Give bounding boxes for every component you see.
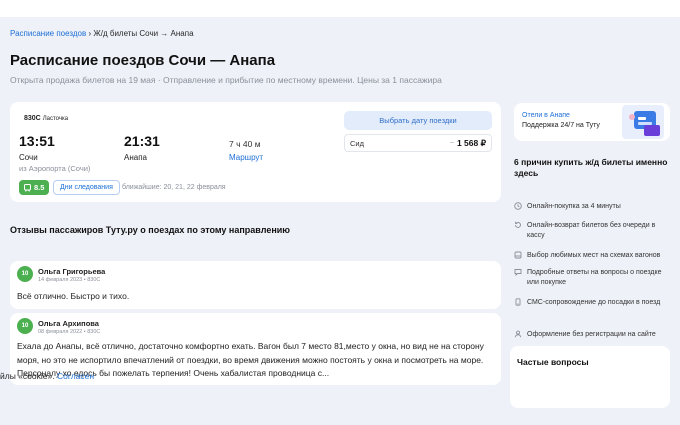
route-link[interactable]: Маршрут	[229, 153, 263, 162]
from-station: Сочи	[19, 153, 38, 162]
cookie-text: йлы «cookie».	[0, 371, 55, 381]
reviews-title: Отзывы пассажиров Туту.ру о поездах по э…	[10, 225, 290, 235]
review-date: 14 февраля 2023 • 830С	[38, 277, 101, 283]
from-station-note: из Аэропорта (Сочи)	[19, 164, 91, 173]
reason-item: Оформление без регистрации на сайте	[514, 330, 674, 340]
user-icon	[514, 330, 522, 338]
top-bar	[0, 0, 680, 17]
review-score-avatar: 10	[17, 318, 33, 334]
rating-badge[interactable]: 8.5	[19, 180, 50, 195]
train-name: Ласточка	[42, 116, 69, 122]
choose-date-button[interactable]: Выбрать дату поездки	[344, 111, 492, 130]
rating-value: 8.5	[34, 183, 45, 192]
hotel-promo-banner[interactable]: Отели в Анапе Поддержка 24/7 на Туту	[514, 103, 670, 141]
review-card: 10 Ольга Григорьева 14 февраля 2023 • 83…	[10, 261, 501, 309]
train-code: 830С Ласточка	[24, 115, 69, 122]
days-of-travel-button[interactable]: Дни следования	[53, 180, 120, 195]
faq-card: Частые вопросы	[510, 346, 670, 408]
depart-time: 13:51	[19, 133, 55, 149]
sms-icon	[515, 298, 521, 306]
arrive-time: 21:31	[124, 133, 160, 149]
review-author: Ольга Григорьева	[38, 267, 106, 276]
nearest-dates: ближайшие: 20, 21, 22 февраля	[122, 184, 226, 191]
seat-icon	[514, 251, 522, 259]
promo-title[interactable]: Отели в Анапе	[522, 112, 570, 119]
reasons-title: 6 причин купить ж/д билеты именно здесь	[514, 157, 668, 178]
hotel-promo-icon	[622, 105, 664, 139]
review-score-avatar: 10	[17, 266, 33, 282]
cookie-banner: йлы «cookie». Согласен	[0, 371, 94, 381]
promo-subtitle: Поддержка 24/7 на Туту	[522, 122, 600, 129]
clock-icon	[514, 202, 522, 210]
to-station: Анапа	[124, 153, 147, 162]
reason-item: Подробные ответы на вопросы о поездке ил…	[514, 268, 674, 287]
train-card: 830С Ласточка 13:51 21:31 7 ч 40 м Сочи …	[10, 102, 501, 202]
cookie-accept-link[interactable]: Согласен	[57, 371, 94, 381]
review-date: 08 февраля 2022 • 830С	[38, 329, 101, 335]
price-row[interactable]: Сид ~ 1 568 ₽	[344, 134, 492, 152]
page-subtitle: Открыта продажа билетов на 19 мая · Отпр…	[10, 75, 442, 85]
review-author: Ольга Архипова	[38, 319, 99, 328]
breadcrumb-link-schedule[interactable]: Расписание поездов	[10, 29, 86, 38]
chat-icon	[514, 269, 522, 276]
faq-title: Частые вопросы	[517, 357, 589, 367]
train-icon	[24, 183, 31, 192]
trip-duration: 7 ч 40 м	[229, 139, 261, 149]
reason-item: Онлайн-возврат билетов без очереди в кас…	[514, 221, 674, 240]
reason-item: Выбор любимых мест на схемах вагонов	[514, 251, 674, 261]
price-approx: ~	[449, 139, 454, 147]
breadcrumb-current: Ж/д билеты Сочи → Анапа	[93, 29, 194, 38]
reason-item: СМС-сопровождение до посадки в поезд	[514, 298, 674, 308]
seat-type: Сид	[350, 138, 364, 148]
price: 1 568 ₽	[456, 137, 486, 148]
page-title: Расписание поездов Сочи — Анапа	[10, 52, 276, 69]
review-text: Всё отлично. Быстро и тихо.	[17, 291, 130, 301]
refund-icon	[515, 221, 521, 228]
reason-item: Онлайн-покупка за 4 минуты	[514, 202, 674, 212]
breadcrumb: Расписание поездов › Ж/д билеты Сочи → А…	[10, 29, 194, 38]
